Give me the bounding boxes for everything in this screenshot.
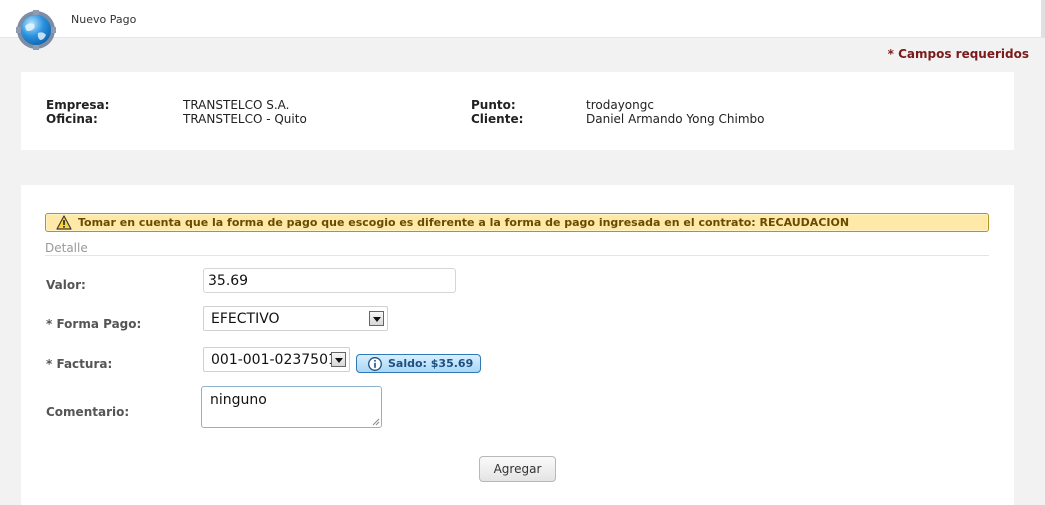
- empresa-label: Empresa:: [46, 98, 110, 112]
- oficina-value: TRANSTELCO - Quito: [183, 112, 307, 126]
- resize-grip-icon[interactable]: [372, 418, 380, 426]
- comentario-textarea[interactable]: ninguno: [201, 386, 382, 428]
- forma-pago-selected: EFECTIVO: [211, 311, 280, 327]
- warning-triangle-icon: [56, 215, 72, 230]
- valor-label: Valor:: [46, 278, 86, 292]
- comentario-label: Comentario:: [46, 405, 130, 419]
- info-panel: Empresa: TRANSTELCO S.A. Oficina: TRANST…: [21, 72, 1014, 150]
- saldo-badge: Saldo: $35.69: [356, 354, 481, 373]
- payment-method-warning: Tomar en cuenta que la forma de pago que…: [45, 213, 989, 232]
- globe-gear-icon: [16, 10, 56, 50]
- factura-select[interactable]: 001-001-0237501: [203, 347, 350, 372]
- required-fields-note: * Campos requeridos: [887, 47, 1029, 61]
- factura-selected: 001-001-0237501: [211, 352, 337, 368]
- section-divider: [45, 255, 989, 256]
- top-bar: Nuevo Pago: [0, 0, 1045, 50]
- payment-form-panel: Tomar en cuenta que la forma de pago que…: [21, 185, 1014, 505]
- agregar-button[interactable]: Agregar: [479, 456, 556, 482]
- saldo-text: Saldo: $35.69: [388, 357, 474, 370]
- page-title: Nuevo Pago: [71, 13, 137, 26]
- chevron-down-icon[interactable]: [331, 352, 346, 367]
- warning-text: Tomar en cuenta que la forma de pago que…: [78, 216, 850, 229]
- empresa-value: TRANSTELCO S.A.: [183, 98, 290, 112]
- valor-input[interactable]: [203, 268, 456, 293]
- factura-label: * Factura:: [46, 357, 113, 371]
- detalle-section-title: Detalle: [45, 241, 88, 255]
- punto-label: Punto:: [471, 98, 516, 112]
- info-icon: [368, 357, 382, 371]
- oficina-label: Oficina:: [46, 112, 98, 126]
- cliente-value: Daniel Armando Yong Chimbo: [586, 112, 765, 126]
- chevron-down-icon[interactable]: [369, 311, 384, 326]
- punto-value: trodayongc: [586, 98, 654, 112]
- forma-pago-label: * Forma Pago:: [46, 317, 142, 331]
- cliente-label: Cliente:: [471, 112, 524, 126]
- forma-pago-select[interactable]: EFECTIVO: [203, 306, 388, 331]
